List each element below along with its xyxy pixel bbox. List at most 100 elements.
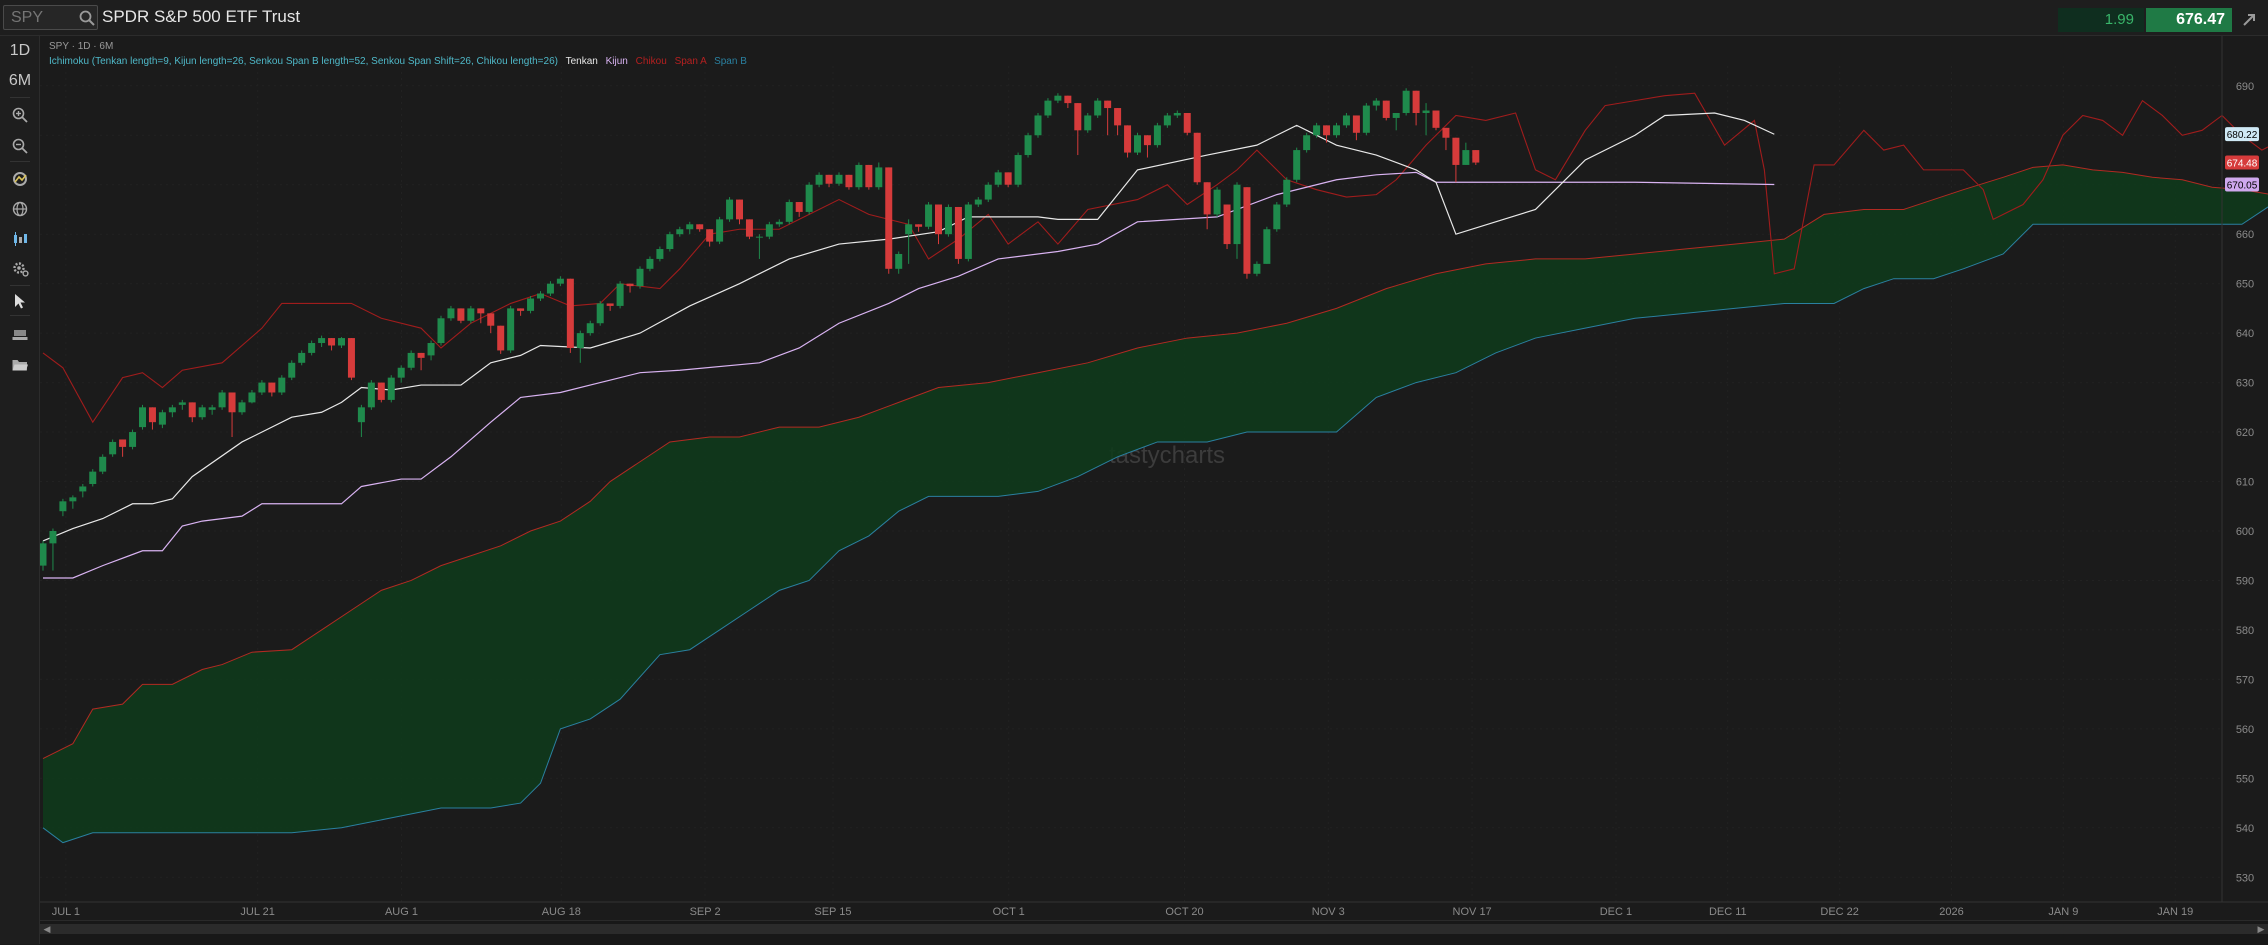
candle-body (1183, 112, 1191, 133)
scroll-right-icon[interactable]: ▶ (2254, 924, 2268, 934)
settings-icon[interactable] (11, 260, 29, 278)
time-tick-label: JAN 9 (2048, 906, 2078, 918)
candle-body (885, 167, 893, 269)
legend-chikou: Chikou (636, 56, 667, 67)
candle-body (268, 382, 276, 393)
price-tick-label: 530 (2236, 872, 2254, 884)
candle (566, 278, 574, 353)
candle (636, 266, 644, 289)
drawing-icon[interactable] (11, 326, 29, 344)
candle (377, 382, 385, 403)
candle-body (99, 456, 107, 472)
candle (109, 439, 117, 457)
candle (1223, 204, 1231, 250)
candle-body (417, 352, 425, 358)
price-tick-label: 650 (2236, 279, 2254, 291)
time-tick-label: DEC 1 (1600, 906, 1632, 918)
time-tick-label: SEP 2 (690, 906, 721, 918)
price-tick-label: 690 (2236, 81, 2254, 93)
candle-body (1163, 115, 1171, 126)
candle-body (447, 308, 455, 319)
candle-body (1462, 150, 1470, 165)
symbol-search-input[interactable] (11, 9, 71, 27)
folder-icon[interactable] (11, 356, 29, 374)
candle-body (497, 325, 505, 351)
candle-body (586, 323, 594, 334)
candle (1024, 132, 1032, 158)
toolbar-divider (10, 97, 30, 98)
range-button[interactable]: 6M (0, 72, 40, 90)
candle-body (198, 407, 206, 418)
candle-body (507, 308, 515, 351)
candle-body (745, 219, 753, 237)
candle-body (1024, 135, 1032, 156)
candle-body (845, 174, 853, 188)
candle-body (308, 343, 316, 353)
time-tick-label: JUL 21 (240, 906, 274, 918)
search-icon[interactable] (78, 9, 96, 27)
time-tick-label: OCT 1 (993, 906, 1025, 918)
horizontal-scrollbar[interactable]: ◀ ▶ (40, 920, 2268, 945)
candle-body (1193, 132, 1201, 183)
price-tick-label: 640 (2236, 328, 2254, 340)
candle (507, 305, 515, 353)
candle-body (964, 204, 972, 259)
candle-body (218, 392, 226, 408)
candle-body (775, 221, 783, 225)
candle (1094, 98, 1102, 118)
zoom-in-icon[interactable] (11, 106, 29, 124)
candle (885, 167, 893, 274)
candle-body (666, 234, 674, 250)
candle-body (706, 229, 714, 242)
candle-body (278, 377, 286, 393)
price-labels: 680.22 674.48 670.05 (2225, 127, 2259, 192)
chart-type-icon[interactable] (11, 230, 29, 248)
candle-body (984, 184, 992, 200)
candle-body (676, 229, 684, 235)
candle (1293, 147, 1301, 183)
candle-body (69, 497, 77, 502)
candle-body (1372, 100, 1380, 106)
candle-body (338, 338, 345, 346)
candle (616, 281, 624, 309)
candle-body (656, 249, 664, 259)
time-tick-label: NOV 3 (1312, 906, 1345, 918)
candle-body (387, 377, 395, 400)
candle-body (546, 283, 554, 294)
candle-body (109, 441, 117, 455)
time-axis[interactable]: JUL 1 JUL 21 AUG 1 AUG 18 SEP 2 SEP 15 OCT 1 OC… (40, 901, 2268, 918)
legend-kijun: Kijun (606, 56, 628, 67)
zoom-out-icon[interactable] (11, 137, 29, 155)
scroll-track[interactable] (40, 924, 2268, 934)
candle-body (1044, 100, 1052, 116)
candle-body (477, 308, 485, 314)
candle (716, 216, 724, 245)
symbol-search[interactable] (3, 5, 98, 30)
price-change: 1.99 (2058, 8, 2144, 32)
candle-body (566, 278, 574, 348)
legend-tenkan: Tenkan (566, 56, 598, 67)
popout-icon[interactable] (2240, 11, 2258, 29)
candle-body (1283, 179, 1291, 205)
candle-body (1243, 187, 1251, 274)
globe-icon[interactable] (11, 200, 29, 218)
candle-body (915, 224, 923, 227)
chart-area[interactable]: tastycharts 530 540 550 560 570 580 590 600 610 6… (40, 36, 2268, 945)
time-tick-label: JAN 19 (2157, 906, 2193, 918)
scroll-left-icon[interactable]: ◀ (40, 924, 54, 934)
candle (99, 454, 107, 475)
candle-body (1342, 115, 1350, 126)
indicators-icon[interactable] (11, 170, 29, 188)
cursor-icon[interactable] (11, 292, 29, 310)
timeframe-button[interactable]: 1D (0, 42, 40, 60)
indicator-legend[interactable]: Ichimoku (Tenkan length=9, Kijun length=… (49, 56, 747, 67)
candle-body (1273, 204, 1281, 230)
price-chart[interactable]: tastycharts 5305405505605705805906006106… (40, 36, 2268, 920)
candle-body (407, 352, 415, 368)
candle (1362, 103, 1370, 136)
time-tick-label: JUL 1 (52, 906, 80, 918)
candle-body (1143, 135, 1151, 146)
candle-body (1153, 125, 1161, 146)
candle-body (1323, 125, 1331, 136)
candle-body (208, 407, 216, 410)
